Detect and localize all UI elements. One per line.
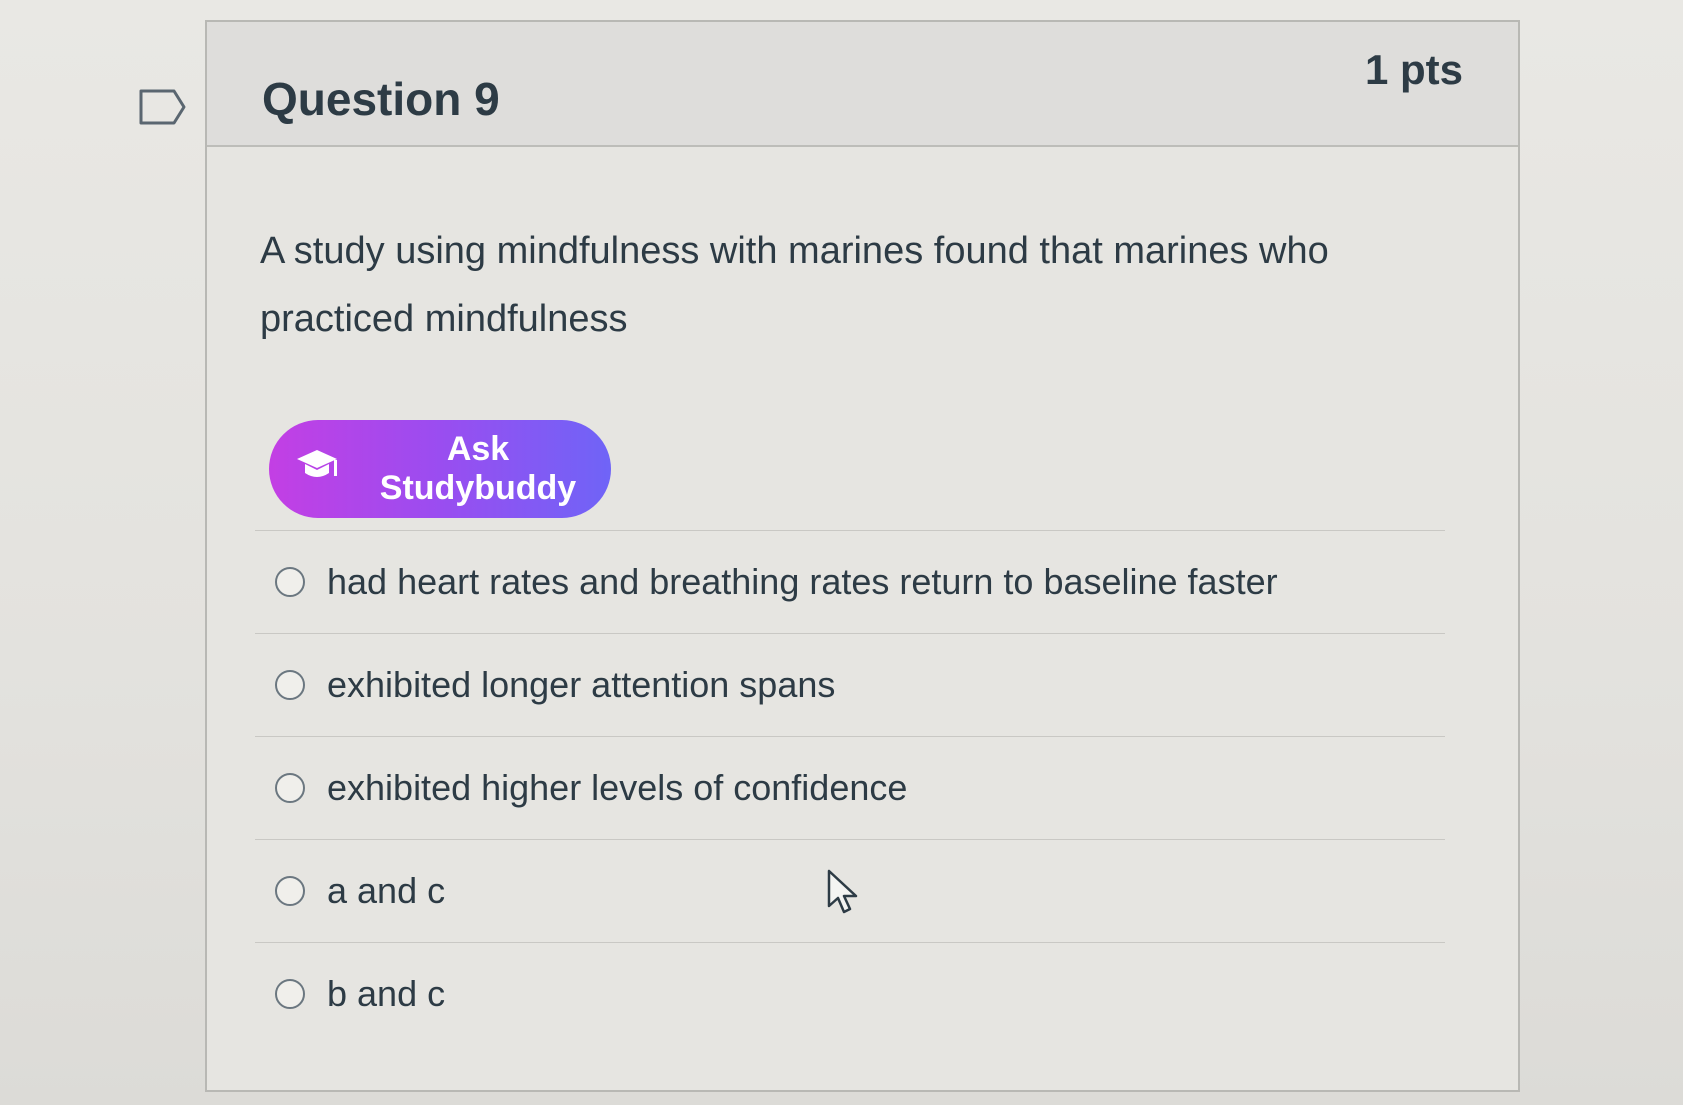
question-header: Question 9 1 pts [207,22,1518,147]
answer-list: had heart rates and breathing rates retu… [255,530,1445,1045]
radio-button[interactable] [275,567,305,597]
question-title: Question 9 [262,73,500,125]
flag-question-icon[interactable] [138,88,188,126]
question-points: 1 pts [1364,46,1463,93]
radio-button[interactable] [275,670,305,700]
answer-option-c[interactable]: exhibited higher levels of confidence [255,736,1445,839]
answer-label: exhibited higher levels of confidence [327,767,908,808]
mouse-pointer-icon [826,868,860,921]
answer-option-e[interactable]: b and c [255,942,1445,1045]
answer-label: a and c [327,870,446,911]
answer-label: b and c [327,973,446,1014]
question-card: Question 9 1 pts A study using mindfulne… [205,20,1520,1092]
radio-button[interactable] [275,876,305,906]
answer-label: had heart rates and breathing rates retu… [327,561,1278,602]
ask-studybuddy-button[interactable]: Ask Studybuddy [269,420,611,518]
answer-option-b[interactable]: exhibited longer attention spans [255,633,1445,736]
answer-label: exhibited longer attention spans [327,664,836,705]
radio-button[interactable] [275,979,305,1009]
radio-button[interactable] [275,773,305,803]
answer-option-a[interactable]: had heart rates and breathing rates retu… [255,530,1445,633]
ask-studybuddy-label: Ask Studybuddy [379,430,577,507]
question-text: A study using mindfulness with marines f… [260,230,1329,340]
graduation-cap-icon [295,445,345,494]
